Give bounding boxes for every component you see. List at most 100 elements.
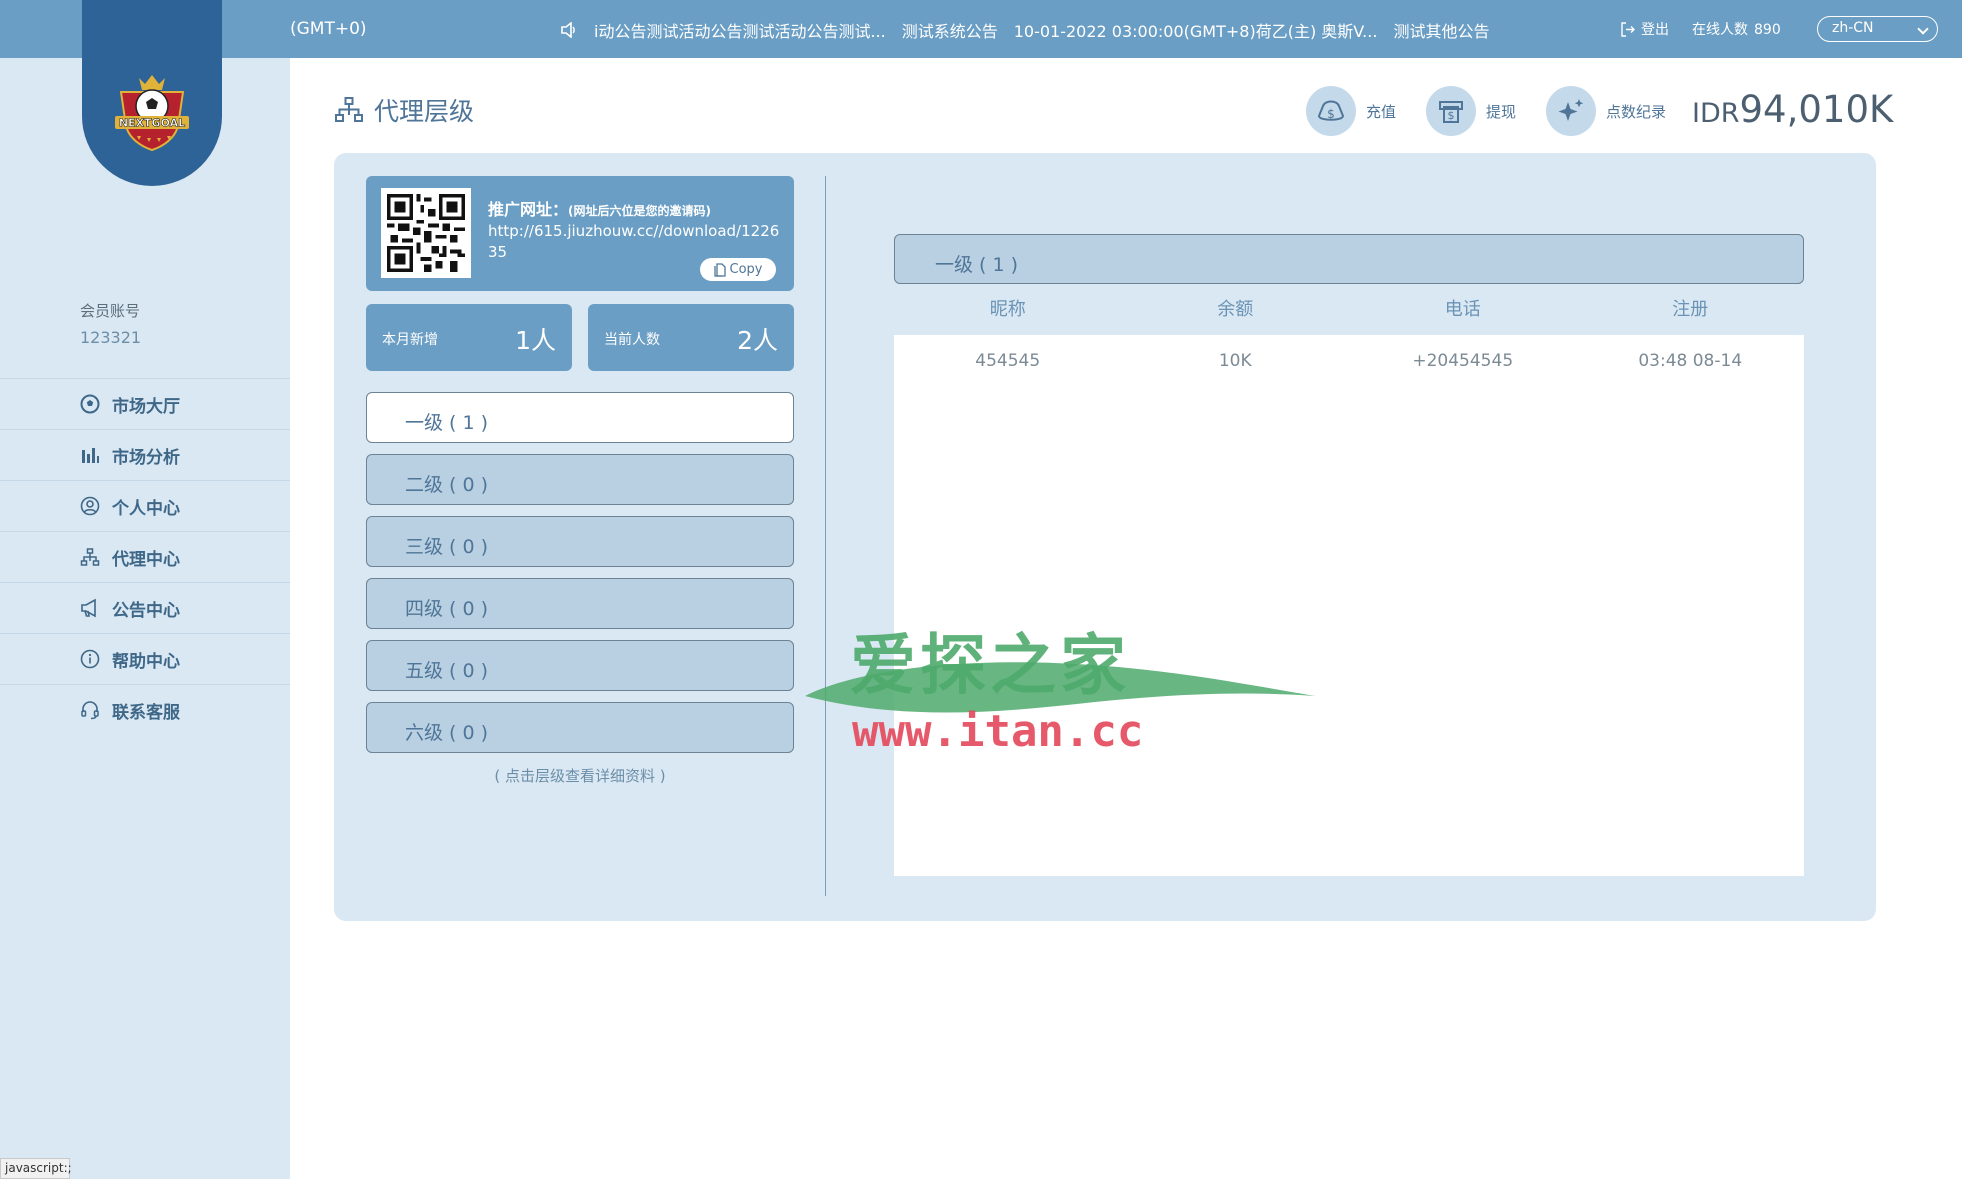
level-button-3[interactable]: 三级 ( 0 ) (366, 516, 794, 567)
agent-level-card: 推广网址：(网址后六位是您的邀请码) http://615.jiuzhouw.c… (334, 153, 1876, 921)
headset-icon (80, 700, 100, 720)
sidebar-nav: 市场大厅 市场分析 个人中心 代理中心 公告中心 帮助中心 联系客服 (0, 378, 290, 735)
level-button-4[interactable]: 四级 ( 0 ) (366, 578, 794, 629)
cell-phone: +20454545 (1412, 351, 1514, 371)
promo-url[interactable]: http://615.jiuzhouw.cc//download/122635 (488, 221, 783, 263)
logout-icon (1621, 21, 1635, 37)
withdraw-button[interactable]: $ 提现 (1426, 86, 1516, 136)
online-count: 在线人数 890 (1692, 19, 1781, 39)
announcement-item[interactable]: 10-01-2022 03:00:00(GMT+8)荷乙(主) 奥斯V... (1014, 18, 1378, 42)
sparkle-icon (1546, 86, 1597, 136)
sidebar-item-label: 联系客服 (112, 702, 180, 723)
copy-icon (713, 262, 726, 277)
sidebar-item-market-analysis[interactable]: 市场分析 (0, 429, 290, 480)
sidebar-item-support[interactable]: 联系客服 (0, 684, 290, 735)
points-record-button[interactable]: 点数纪录 (1546, 86, 1666, 136)
sidebar-item-label: 公告中心 (112, 600, 180, 621)
column-header-registered: 注册 (1672, 299, 1709, 320)
status-bar: javascript:; (0, 1158, 72, 1179)
cell-registered: 03:48 08-14 (1638, 351, 1743, 371)
qr-code (381, 188, 471, 278)
stat-label: 本月新增 (382, 332, 438, 348)
table-header-row: 昵称 余额 电话 注册 (894, 295, 1804, 321)
column-header-phone: 电话 (1444, 299, 1481, 320)
column-header-nickname: 昵称 (989, 299, 1026, 320)
announcement-marquee[interactable]: i动公告测试活动公告测试活动公告测试... 测试系统公告 10-01-2022 … (560, 18, 1490, 42)
logo-text: NEXTGOAL (119, 117, 185, 130)
promo-title-text: 推广网址： (488, 200, 569, 219)
stat-label: 当前人数 (604, 332, 660, 348)
stat-current-count: 当前人数 2人 (588, 304, 794, 371)
announcement-item[interactable]: 测试其他公告 (1393, 18, 1489, 42)
soccer-ball-icon (80, 394, 100, 414)
sidebar-item-personal[interactable]: 个人中心 (0, 480, 290, 531)
sidebar-item-announcements[interactable]: 公告中心 (0, 582, 290, 633)
svg-text:$: $ (1448, 109, 1455, 122)
sidebar-item-label: 市场分析 (112, 447, 180, 468)
language-value: zh-CN (1832, 20, 1874, 36)
deposit-icon: $ (1306, 86, 1356, 136)
chevron-down-icon (1917, 23, 1929, 35)
table-level-title: 一级 ( 1 ) (894, 234, 1804, 284)
logo-container[interactable]: NEXTGOAL (82, 0, 222, 186)
online-number: 890 (1754, 22, 1781, 38)
logout-label: 登出 (1641, 22, 1669, 38)
promo-panel: 推广网址：(网址后六位是您的邀请码) http://615.jiuzhouw.c… (366, 176, 794, 291)
table-body: 454545 10K +20454545 03:48 08-14 (894, 335, 1804, 876)
hierarchy-icon (335, 97, 363, 122)
withdraw-label: 提现 (1486, 102, 1517, 121)
levels-hint: ( 点击层级查看详细资料 ) (494, 767, 666, 785)
online-label: 在线人数 (1692, 22, 1748, 38)
points-record-label: 点数纪录 (1606, 102, 1667, 121)
hierarchy-icon (80, 547, 100, 567)
stat-value: 1人 (515, 326, 556, 355)
stat-value: 2人 (737, 326, 778, 355)
header-actions: $ 充值 $ 提现 点数纪录 (1306, 86, 1696, 136)
copy-button[interactable]: Copy (700, 258, 776, 281)
copy-label: Copy (729, 262, 763, 277)
announcement-item[interactable]: i动公告测试活动公告测试活动公告测试... (594, 18, 886, 42)
info-icon (80, 649, 100, 669)
table-row: 454545 10K +20454545 03:48 08-14 (894, 335, 1804, 371)
svg-text:$: $ (1327, 107, 1335, 121)
cell-balance: 10K (1218, 351, 1252, 371)
promo-title-note: (网址后六位是您的邀请码) (568, 204, 711, 218)
user-circle-icon (80, 496, 100, 516)
balance-currency: IDR (1692, 98, 1740, 129)
bar-chart-icon (80, 445, 100, 465)
cell-nickname: 454545 (975, 351, 1041, 371)
timezone-label: (GMT+0) (290, 19, 367, 39)
top-bar: (GMT+0) i动公告测试活动公告测试活动公告测试... 测试系统公告 10-… (0, 0, 1962, 58)
promo-title: 推广网址：(网址后六位是您的邀请码) (488, 196, 711, 220)
logout-button[interactable]: 登出 (1620, 19, 1669, 39)
nextgoal-logo: NEXTGOAL (115, 75, 189, 152)
sidebar-item-label: 帮助中心 (112, 651, 180, 672)
sidebar-item-market-hall[interactable]: 市场大厅 (0, 378, 290, 429)
stat-new-this-month: 本月新增 1人 (366, 304, 572, 371)
panel-divider (825, 176, 826, 896)
sidebar: 会员账号 123321 市场大厅 市场分析 个人中心 代理中心 公告中心 帮助中… (0, 58, 290, 1179)
balance-amount: 94,010K (1739, 88, 1894, 131)
announcement-item[interactable]: 测试系统公告 (902, 18, 998, 42)
balance-display: IDR94,010K (1692, 88, 1893, 131)
megaphone-icon (80, 598, 100, 618)
speaker-icon (560, 21, 578, 39)
deposit-button[interactable]: $ 充值 (1306, 86, 1396, 136)
withdraw-icon: $ (1426, 86, 1477, 136)
sidebar-item-agent[interactable]: 代理中心 (0, 531, 290, 582)
level-button-6[interactable]: 六级 ( 0 ) (366, 702, 794, 753)
account-label: 会员账号 (80, 302, 141, 320)
page-title: 代理层级 (334, 92, 474, 128)
sidebar-item-label: 个人中心 (112, 498, 180, 519)
level-button-1[interactable]: 一级 ( 1 ) (366, 392, 794, 443)
level-button-2[interactable]: 二级 ( 0 ) (366, 454, 794, 505)
account-value: 123321 (80, 328, 142, 347)
sidebar-item-label: 代理中心 (112, 549, 180, 570)
language-select[interactable]: zh-CN (1817, 16, 1938, 42)
sidebar-item-help[interactable]: 帮助中心 (0, 633, 290, 684)
column-header-balance: 余额 (1217, 299, 1254, 320)
deposit-label: 充值 (1366, 102, 1397, 121)
sidebar-item-label: 市场大厅 (112, 396, 180, 417)
page-title-text: 代理层级 (374, 97, 475, 126)
level-button-5[interactable]: 五级 ( 0 ) (366, 640, 794, 691)
